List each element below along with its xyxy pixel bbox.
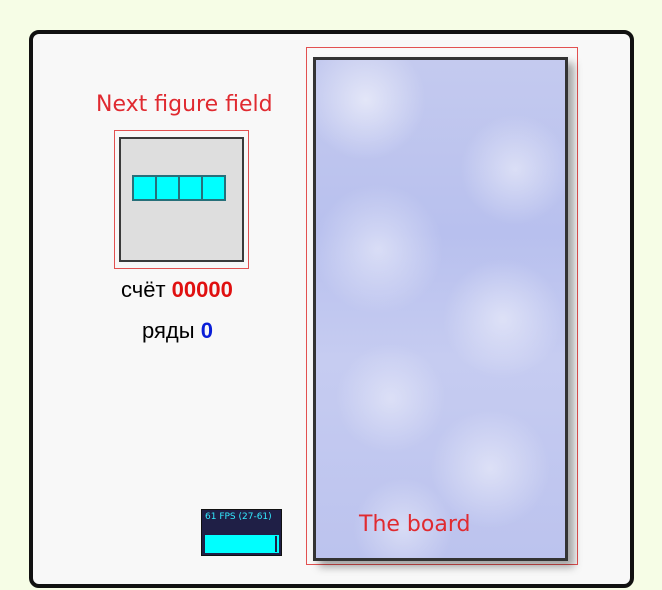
next-piece-i — [132, 175, 226, 201]
score-label: счёт — [121, 277, 166, 302]
lines-display: ряды 0 — [142, 318, 213, 344]
game-board[interactable] — [313, 57, 568, 561]
score-display: счёт 00000 — [121, 277, 233, 303]
next-piece-cell — [178, 175, 203, 201]
fps-meter[interactable]: 61 FPS (27-61) — [201, 509, 282, 556]
lines-value: 0 — [200, 318, 213, 343]
board-annotation: The board — [359, 512, 471, 537]
fps-graph — [205, 535, 279, 553]
next-figure-field — [119, 137, 244, 262]
next-piece-cell — [132, 175, 157, 201]
fps-graph-tick — [275, 536, 277, 552]
next-piece-cell — [155, 175, 180, 201]
next-piece-cell — [201, 175, 226, 201]
fps-text: 61 FPS (27-61) — [205, 512, 272, 522]
lines-label: ряды — [142, 318, 195, 343]
score-value: 00000 — [171, 277, 233, 302]
next-figure-annotation: Next figure field — [96, 92, 273, 117]
